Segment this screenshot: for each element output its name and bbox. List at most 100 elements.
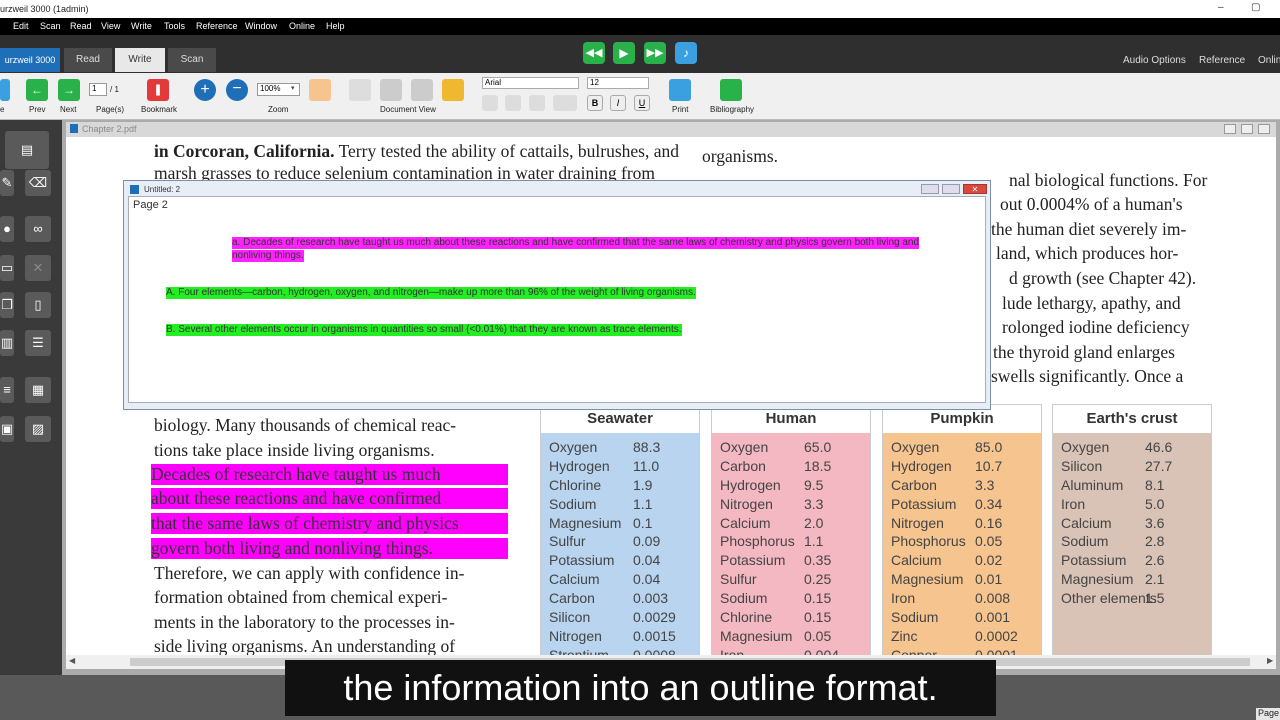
- microphone-icon[interactable]: ●: [0, 216, 14, 242]
- delete-icon[interactable]: ✕: [25, 255, 51, 281]
- menu-bar: Edit Scan Read View Write Tools Referenc…: [0, 18, 1280, 35]
- outline-item-A[interactable]: A. Four elements—carbon, hydrogen, oxyge…: [166, 287, 696, 299]
- zoom-in-icon[interactable]: +: [194, 79, 216, 101]
- fast-forward-icon[interactable]: ▶▶: [644, 42, 666, 64]
- menu-online[interactable]: Online: [289, 21, 315, 31]
- element-name: Nitrogen: [891, 514, 944, 531]
- element-name: Phosphorus: [891, 533, 966, 550]
- doc-restore-button[interactable]: [1241, 124, 1253, 134]
- align-left-icon[interactable]: [482, 95, 498, 111]
- close-icon[interactable]: ✕: [963, 184, 987, 194]
- note-icon[interactable]: ▭: [0, 255, 14, 281]
- table-row: Hydrogen 10.7: [883, 458, 1041, 477]
- prev-arrow-icon[interactable]: ←: [26, 79, 48, 101]
- rewind-icon[interactable]: ◀◀: [583, 42, 605, 64]
- grid-view-icon[interactable]: [309, 79, 331, 101]
- pen-icon[interactable]: ✎: [0, 170, 14, 196]
- notes-icon[interactable]: [442, 79, 464, 101]
- highlighted-text[interactable]: govern both living and nonliving things.: [151, 538, 508, 559]
- element-percent: 3.3: [975, 476, 995, 493]
- audio-options-link[interactable]: Audio Options: [1123, 55, 1186, 66]
- highlighted-text[interactable]: about these reactions and have confirmed: [151, 488, 508, 509]
- element-name: Oxygen: [891, 439, 940, 455]
- doc-close-button[interactable]: [1258, 124, 1270, 134]
- document-view-icon[interactable]: [380, 79, 402, 101]
- highlighted-text[interactable]: that the same laws of chemistry and phys…: [151, 513, 508, 534]
- menu-view[interactable]: View: [101, 21, 120, 31]
- doc-minimize-button[interactable]: [1224, 124, 1236, 134]
- online-link[interactable]: Onlin: [1258, 55, 1280, 66]
- element-percent: 85.0: [975, 439, 1003, 455]
- element-percent: 0.1: [633, 514, 653, 531]
- next-arrow-icon[interactable]: →: [58, 79, 80, 101]
- table-icon[interactable]: ▦: [25, 377, 51, 403]
- outline-item-a[interactable]: a. Decades of research have taught us mu…: [232, 237, 920, 249]
- element-name: Chlorine: [720, 609, 773, 626]
- popup-maximize-button[interactable]: [942, 184, 960, 194]
- tab-scan[interactable]: Scan: [168, 48, 216, 72]
- page-input[interactable]: 1: [89, 83, 107, 96]
- monitor-icon[interactable]: [411, 79, 433, 101]
- menu-write[interactable]: Write: [131, 21, 152, 31]
- underline-button[interactable]: U: [634, 95, 650, 111]
- volume-icon[interactable]: ♪: [675, 42, 697, 64]
- brand-tab[interactable]: urzweil 3000: [0, 48, 60, 72]
- menu-read[interactable]: Read: [70, 21, 92, 31]
- table-body: Oxygen 46.6 Silicon 27.7 Aluminum 8.1 Iron 5.0 C…: [1053, 433, 1211, 657]
- maximize-button[interactable]: ▢: [1251, 2, 1260, 13]
- menu-window[interactable]: Window: [245, 21, 277, 31]
- font-size-select[interactable]: 12: [587, 77, 649, 89]
- menu-reference[interactable]: Reference: [196, 21, 238, 31]
- popup-minimize-button[interactable]: [921, 184, 939, 194]
- print-icon[interactable]: [669, 79, 691, 101]
- tab-write[interactable]: Write: [115, 48, 165, 72]
- element-percent: 0.0029: [633, 609, 676, 626]
- table-row: Chlorine 1.9: [541, 477, 699, 496]
- outline-editor[interactable]: Page 2 a. Decades of research have taugh…: [128, 196, 986, 403]
- highlighted-text[interactable]: Decades of research have taught us much: [151, 464, 508, 485]
- outline-item-B[interactable]: B. Several other elements occur in organ…: [166, 324, 682, 336]
- table-row: Carbon 18.5: [712, 458, 870, 477]
- menu-help[interactable]: Help: [326, 21, 345, 31]
- page-icon[interactable]: ▤: [5, 131, 49, 169]
- copy-icon[interactable]: ❐: [0, 292, 14, 318]
- image-doc-icon[interactable]: ▣: [0, 416, 14, 442]
- minimize-button[interactable]: –: [1218, 2, 1224, 13]
- book-icon[interactable]: ▥: [0, 330, 14, 356]
- outline-window[interactable]: Untitled: 2 ✕ Page 2 a. Decades of resea…: [123, 180, 991, 410]
- reference-link[interactable]: Reference: [1199, 55, 1245, 66]
- menu-scan[interactable]: Scan: [40, 21, 61, 31]
- element-percent: 0.0002: [975, 627, 1018, 644]
- tab-read[interactable]: Read: [64, 48, 112, 72]
- menu-tools[interactable]: Tools: [164, 21, 185, 31]
- checklist-icon[interactable]: ☰: [25, 330, 51, 356]
- body-text-line: d growth (see Chapter 42).: [1009, 268, 1197, 288]
- image-icon[interactable]: ▨: [25, 416, 51, 442]
- document-icon[interactable]: ▯: [25, 292, 51, 318]
- bold-button[interactable]: B: [587, 95, 603, 111]
- align-right-icon[interactable]: [529, 95, 545, 111]
- italic-button[interactable]: I: [610, 95, 626, 111]
- document-tab-title[interactable]: Chapter 2.pdf: [82, 124, 137, 134]
- scroll-right-icon[interactable]: ▶: [1267, 656, 1273, 665]
- page-heading: Page 2: [133, 199, 168, 211]
- lightbulb-icon[interactable]: [349, 79, 371, 101]
- element-percent: 0.09: [633, 533, 661, 550]
- element-percent: 2.1: [1145, 571, 1165, 588]
- zoom-out-icon[interactable]: −: [226, 79, 248, 101]
- eraser-icon[interactable]: ⌫: [25, 170, 51, 196]
- file-icon[interactable]: [0, 79, 10, 101]
- link-icon[interactable]: ∞: [25, 216, 51, 242]
- play-icon[interactable]: ▶: [613, 42, 635, 64]
- font-select[interactable]: Arial: [482, 77, 579, 89]
- menu-edit[interactable]: Edit: [13, 21, 29, 31]
- bibliography-icon[interactable]: [720, 79, 742, 101]
- bookmark-icon[interactable]: ❚: [147, 79, 169, 101]
- element-percent: 1.9: [633, 476, 653, 493]
- table-row: Nitrogen 3.3: [712, 496, 870, 515]
- outline-icon[interactable]: ≡: [0, 377, 14, 403]
- scroll-left-icon[interactable]: ◀: [69, 656, 75, 665]
- align-center-icon[interactable]: [505, 95, 521, 111]
- line-spacing-icon[interactable]: [553, 95, 577, 111]
- outline-item-a-cont[interactable]: nonliving things.: [232, 250, 304, 262]
